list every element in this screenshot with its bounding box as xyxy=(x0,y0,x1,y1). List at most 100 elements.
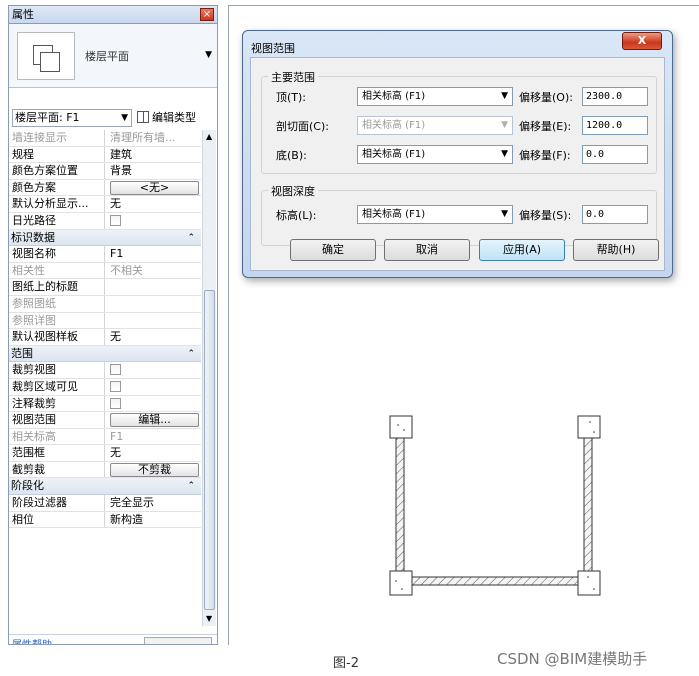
property-value[interactable]: 无 xyxy=(106,196,201,212)
bottom-level-dropdown[interactable]: 相关标高 (F1) ▼ xyxy=(357,145,513,164)
property-name: 裁剪区域可见 xyxy=(9,378,105,395)
bottom-offset-field[interactable]: 0.0 xyxy=(582,145,648,164)
property-value[interactable]: 建筑 xyxy=(106,147,201,163)
property-row: 参照图纸 xyxy=(9,295,201,313)
property-name: 范围框 xyxy=(9,445,105,461)
edit-type-button[interactable]: 编辑类型 xyxy=(137,109,196,127)
properties-scrollbar[interactable]: ▲ ▼ xyxy=(202,130,216,626)
property-value[interactable] xyxy=(106,279,201,295)
scroll-down-icon[interactable]: ▼ xyxy=(206,614,212,623)
top-label: 顶(T): xyxy=(276,91,307,104)
property-group-header[interactable]: 阶段化 ⌃ xyxy=(9,478,201,496)
depth-offset-field[interactable]: 0.0 xyxy=(582,205,648,224)
property-row: 视图名称 F1 xyxy=(9,246,201,263)
bottom-label: 底(B): xyxy=(276,149,307,162)
dialog-title: 视图范围 xyxy=(251,42,295,55)
column-bottom-right xyxy=(577,570,601,596)
scroll-up-icon[interactable]: ▲ xyxy=(206,132,212,141)
cut-offset-label: 偏移量(E): xyxy=(519,120,572,133)
top-offset-label: 偏移量(O): xyxy=(519,91,573,104)
property-edit-button[interactable]: 编辑... xyxy=(110,413,199,428)
depth-offset-label: 偏移量(S): xyxy=(519,209,572,222)
property-name: 参照详图 xyxy=(9,312,105,329)
property-row: 范围框无 xyxy=(9,445,201,462)
property-group-header[interactable]: 标识数据 ⌃ xyxy=(9,229,201,247)
property-value[interactable]: F1 xyxy=(106,246,201,262)
property-name: 颜色方案 xyxy=(9,179,105,196)
depth-level-label: 标高(L): xyxy=(276,209,317,222)
property-row: 颜色方案位置 背景 xyxy=(9,163,201,180)
property-name: 视图范围 xyxy=(9,412,105,428)
property-value[interactable]: 新构造 xyxy=(106,512,201,528)
view-depth-legend: 视图深度 xyxy=(268,183,318,199)
top-offset-field[interactable]: 2300.0 xyxy=(582,87,648,106)
view-depth-group: 视图深度 标高(L): 相关标高 (F1) ▼ 偏移量(S): 0.0 xyxy=(261,183,657,246)
chevron-down-icon: ▼ xyxy=(121,113,128,123)
help-button[interactable]: 帮助(H) xyxy=(573,239,659,261)
floor-plan-thumbnail-icon xyxy=(17,32,75,80)
type-selector[interactable]: 楼层平面 ▼ xyxy=(9,24,217,88)
property-row: 规程 建筑 xyxy=(9,146,201,164)
chevron-down-icon: ▼ xyxy=(501,149,508,159)
property-row: 相关标高 F1 xyxy=(9,428,201,446)
property-edit-button[interactable]: <无> xyxy=(110,180,199,195)
floor-plan-drawing xyxy=(389,415,601,596)
property-name: 相关性 xyxy=(9,262,105,279)
property-value: F1 xyxy=(110,429,124,443)
instance-selector-bar: 楼层平面: F1 ▼ 编辑类型 xyxy=(9,107,217,129)
property-name: 注释裁剪 xyxy=(9,395,105,412)
column-top-right xyxy=(577,415,601,439)
cut-offset-field[interactable]: 1200.0 xyxy=(582,116,648,135)
property-checkbox[interactable] xyxy=(110,214,121,226)
chevron-down-icon: ▼ xyxy=(501,91,508,101)
property-name: 墙连接显示 xyxy=(9,130,105,146)
panel-close-button[interactable]: × xyxy=(200,8,214,21)
view-instance-value: 楼层平面: F1 xyxy=(15,111,80,124)
chevron-down-icon: ▼ xyxy=(205,50,212,60)
collapse-icon[interactable]: ⌃ xyxy=(187,230,195,246)
property-group-label: 阶段化 xyxy=(11,479,44,493)
apply-button-partial[interactable] xyxy=(144,637,212,644)
property-row: 参照详图 xyxy=(9,312,201,330)
property-checkbox[interactable] xyxy=(110,380,121,392)
type-name: 楼层平面 xyxy=(85,50,129,63)
edit-type-icon xyxy=(137,111,149,123)
properties-help-link[interactable]: 属性帮助 xyxy=(12,636,52,644)
scrollbar-thumb[interactable] xyxy=(204,290,215,610)
depth-level-dropdown[interactable]: 相关标高 (F1) ▼ xyxy=(357,205,513,224)
property-row: 注释裁剪 xyxy=(9,395,201,413)
property-value xyxy=(106,296,201,312)
property-checkbox[interactable] xyxy=(110,397,121,409)
property-name: 默认视图样板 xyxy=(9,329,105,345)
ok-button[interactable]: 确定 xyxy=(290,239,376,261)
collapse-icon[interactable]: ⌃ xyxy=(187,346,195,362)
property-name: 规程 xyxy=(9,146,105,163)
panel-footer: 属性帮助 xyxy=(9,634,217,644)
top-level-dropdown[interactable]: 相关标高 (F1) ▼ xyxy=(357,87,513,106)
property-value[interactable]: 无 xyxy=(106,329,201,345)
property-row: 相关性 不相关 xyxy=(9,262,201,280)
property-row: 相位 新构造 xyxy=(9,511,201,529)
property-value[interactable]: 无 xyxy=(106,445,201,461)
property-value xyxy=(106,213,201,229)
collapse-icon[interactable]: ⌃ xyxy=(187,478,195,494)
property-value[interactable]: 背景 xyxy=(106,163,201,179)
property-group-header[interactable]: 范围 ⌃ xyxy=(9,345,201,363)
property-checkbox[interactable] xyxy=(110,364,121,376)
cut-plane-level-dropdown: 相关标高 (F1) ▼ xyxy=(357,116,513,135)
apply-button[interactable]: 应用(A) xyxy=(479,239,565,261)
view-instance-dropdown[interactable]: 楼层平面: F1 ▼ xyxy=(12,109,132,127)
figure-caption: 图-2 xyxy=(333,656,359,671)
dialog-close-button[interactable]: X xyxy=(622,32,662,50)
property-name: 图纸上的标题 xyxy=(9,279,105,295)
column-top-left xyxy=(389,415,413,439)
property-group-label: 标识数据 xyxy=(11,230,55,244)
property-edit-button[interactable]: 不剪裁 xyxy=(110,462,199,477)
property-value[interactable]: 完全显示 xyxy=(106,495,201,511)
property-name: 默认分析显示... xyxy=(9,196,105,212)
view-range-dialog: 视图范围 X 主要范围 顶(T): 相关标高 (F1) ▼ 偏移量(O): 23… xyxy=(242,30,673,278)
watermark: CSDN @BIM建模助手 xyxy=(497,650,648,668)
property-value xyxy=(106,379,201,395)
column-bottom-left xyxy=(389,570,413,596)
cancel-button[interactable]: 取消 xyxy=(384,239,470,261)
